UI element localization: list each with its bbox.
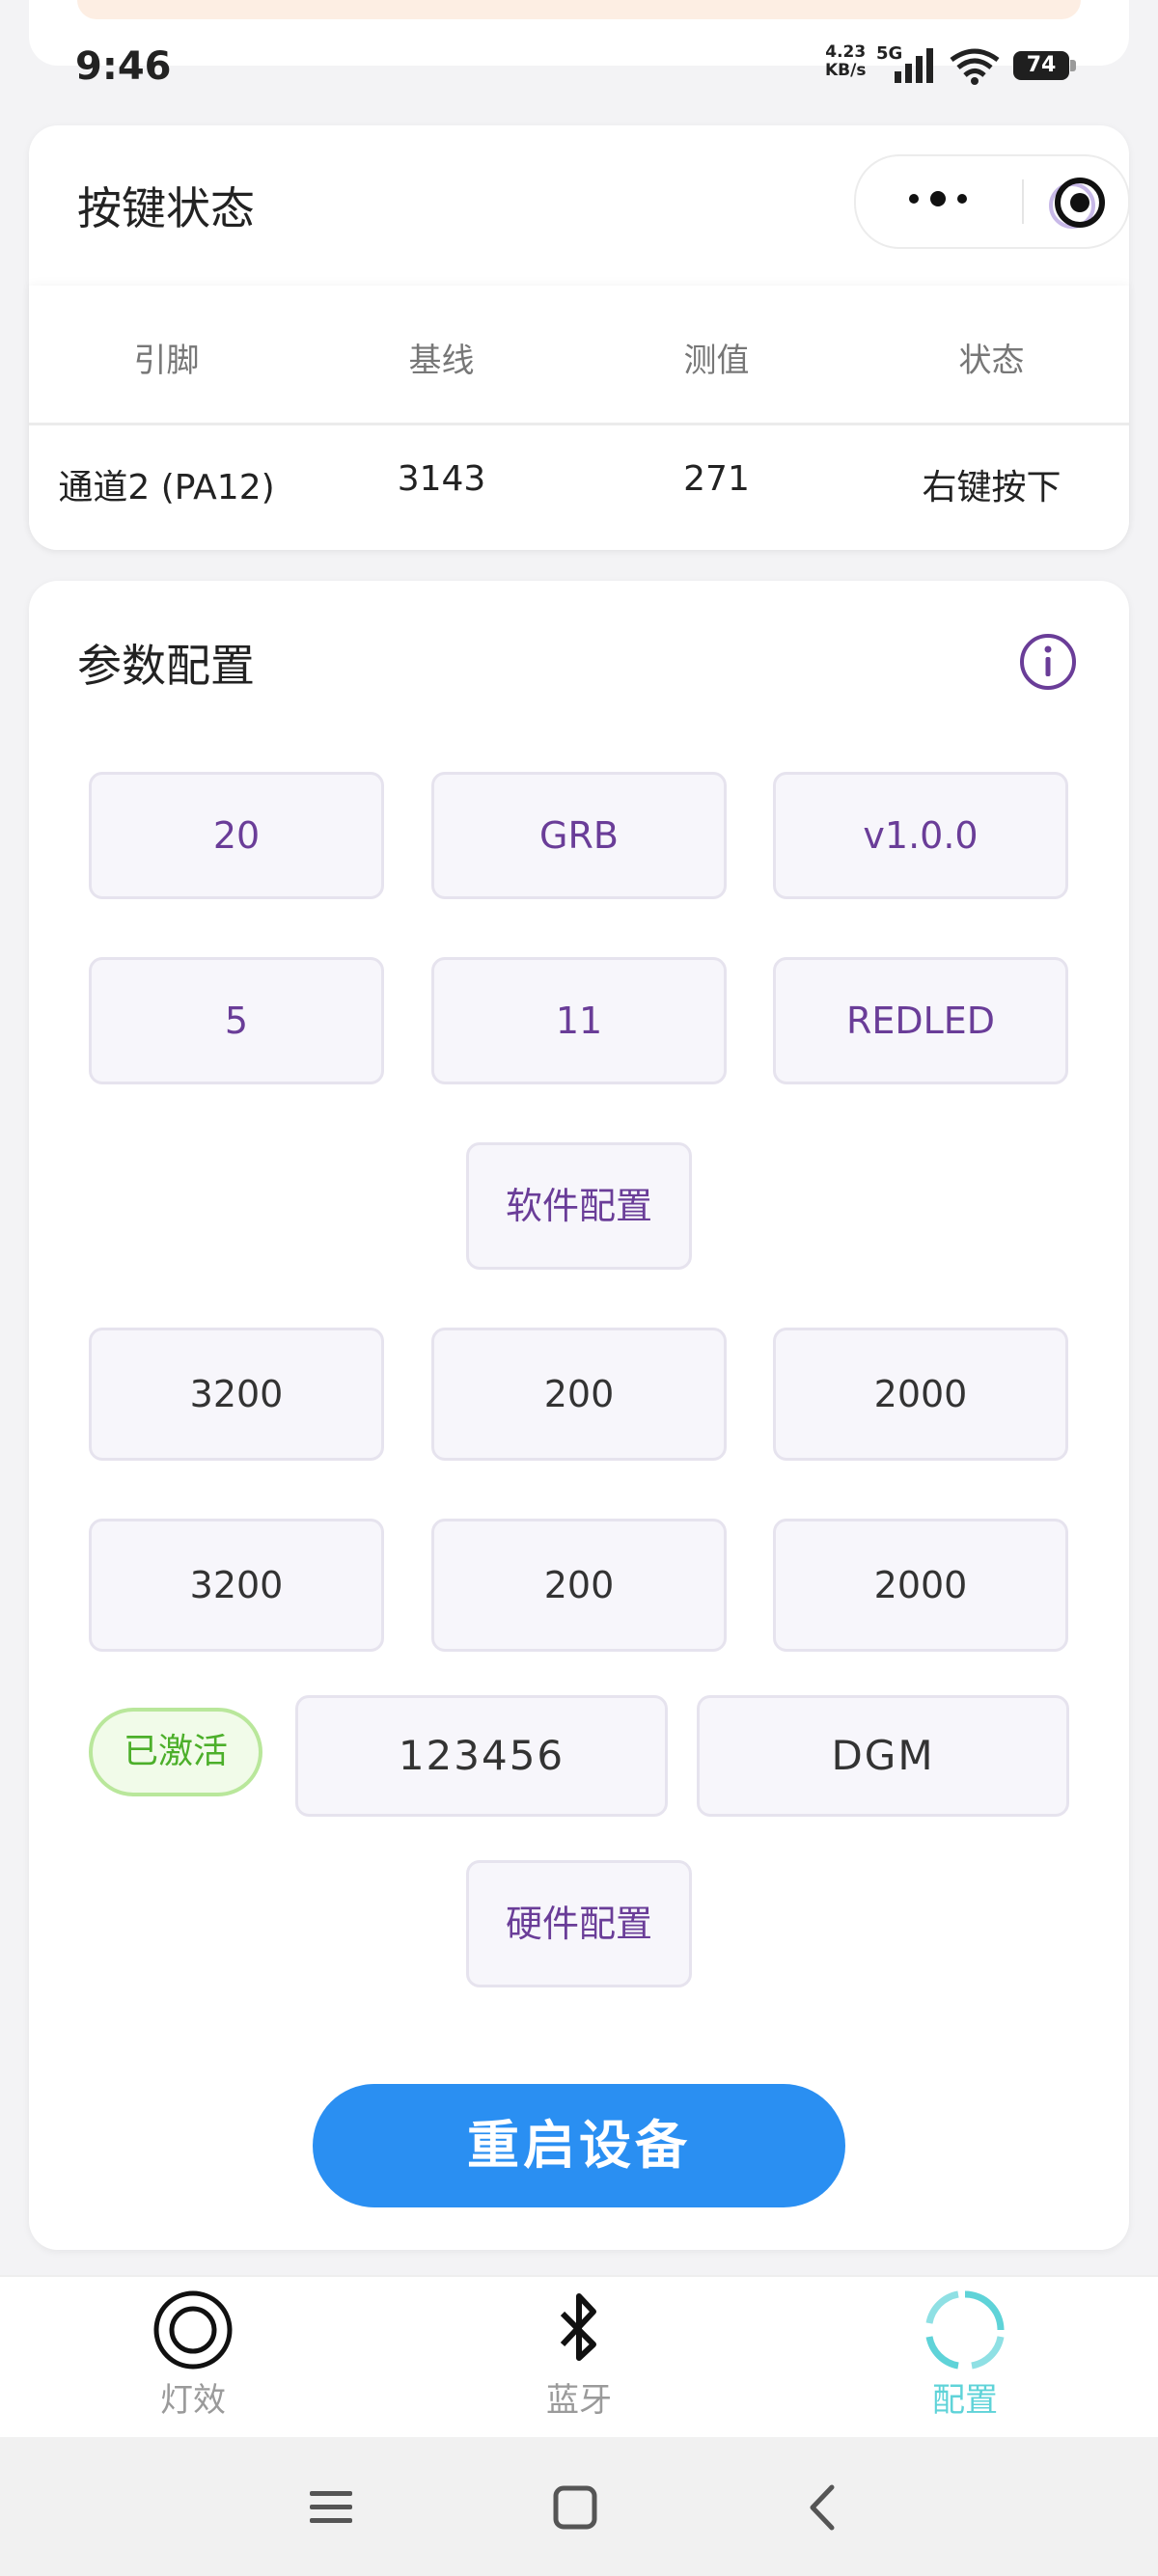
bluetooth-icon [560,2293,596,2361]
param-led-type[interactable]: REDLED [773,957,1068,1084]
menu-icon[interactable] [305,2481,357,2534]
tab-bluetooth[interactable]: 蓝牙 [482,2288,676,2433]
column-header-pin: 引脚 [133,342,200,380]
status-time: 9:46 [75,44,172,89]
signal-icon [895,48,933,83]
net-speed: 4.23 KB/s [825,43,866,80]
cell-state: 右键按下 [922,468,1062,507]
net-speed-unit: KB/s [825,61,867,80]
capsule-divider [1022,179,1024,224]
back-icon[interactable] [797,2481,849,2534]
column-header-baseline: 基线 [408,342,475,380]
tab-bluetooth-label: 蓝牙 [546,2381,612,2420]
tab-lighting-label: 灯效 [160,2381,226,2420]
tab-lighting[interactable]: 灯效 [96,2288,290,2433]
battery-icon: 74 [1013,51,1069,80]
param-hardware-4[interactable]: 3200 [89,1519,384,1652]
params-card: 参数配置 20 GRB v1.0.0 5 11 REDLED 软件配置 3200… [29,581,1129,2250]
config-icon [925,2290,1005,2370]
brand-field[interactable]: DGM [697,1695,1069,1817]
param-hardware-1[interactable]: 3200 [89,1328,384,1461]
param-hardware-3[interactable]: 2000 [773,1328,1068,1461]
battery-tip [1070,60,1076,71]
cell-measured: 271 [683,459,750,499]
status-bar: 9:46 4.23 KB/s 5G 74 [0,39,1158,96]
table-divider [29,423,1129,425]
wifi-icon [950,48,1000,85]
miniprogram-capsule [854,154,1130,249]
param-brightness[interactable]: 20 [89,772,384,899]
home-icon[interactable] [549,2481,601,2534]
net-speed-value: 4.23 [825,42,867,62]
system-navigation-bar [0,2437,1158,2576]
param-hardware-2[interactable]: 200 [431,1328,727,1461]
param-software-5[interactable]: 11 [431,957,727,1084]
cell-pin: 通道2 (PA12) [58,468,275,507]
cell-baseline: 3143 [397,459,486,499]
param-version[interactable]: v1.0.0 [773,772,1068,899]
key-state-table: 引脚 基线 测值 状态 通道2 (PA12) 3143 271 右键按下 [29,286,1129,550]
close-miniprogram-icon[interactable] [1049,176,1107,233]
hardware-config-button[interactable]: 硬件配置 [466,1860,692,1987]
param-hardware-6[interactable]: 2000 [773,1519,1068,1652]
column-header-state: 状态 [958,342,1025,380]
tab-config-label: 配置 [932,2381,998,2420]
params-title: 参数配置 [77,640,255,692]
column-header-measured: 测值 [683,342,750,380]
activation-status-badge: 已激活 [89,1708,262,1796]
key-state-title: 按键状态 [77,182,255,234]
param-software-4[interactable]: 5 [89,957,384,1084]
param-hardware-5[interactable]: 200 [431,1519,727,1652]
activation-code-field[interactable]: 123456 [295,1695,668,1817]
restart-device-button[interactable]: 重启设备 [313,2084,845,2207]
previous-card-banner [77,0,1081,19]
param-color-order[interactable]: GRB [431,772,727,899]
bottom-tab-bar: 灯效 蓝牙 配置 [0,2275,1158,2439]
ring-icon [153,2290,233,2370]
tab-config[interactable]: 配置 [868,2288,1062,2433]
key-state-card: 按键状态 引脚 基线 测值 状态 通道2 (PA12) 3143 271 右键按… [29,125,1130,550]
more-icon[interactable] [895,179,981,218]
software-config-button[interactable]: 软件配置 [466,1142,692,1270]
info-icon[interactable] [1018,632,1078,692]
